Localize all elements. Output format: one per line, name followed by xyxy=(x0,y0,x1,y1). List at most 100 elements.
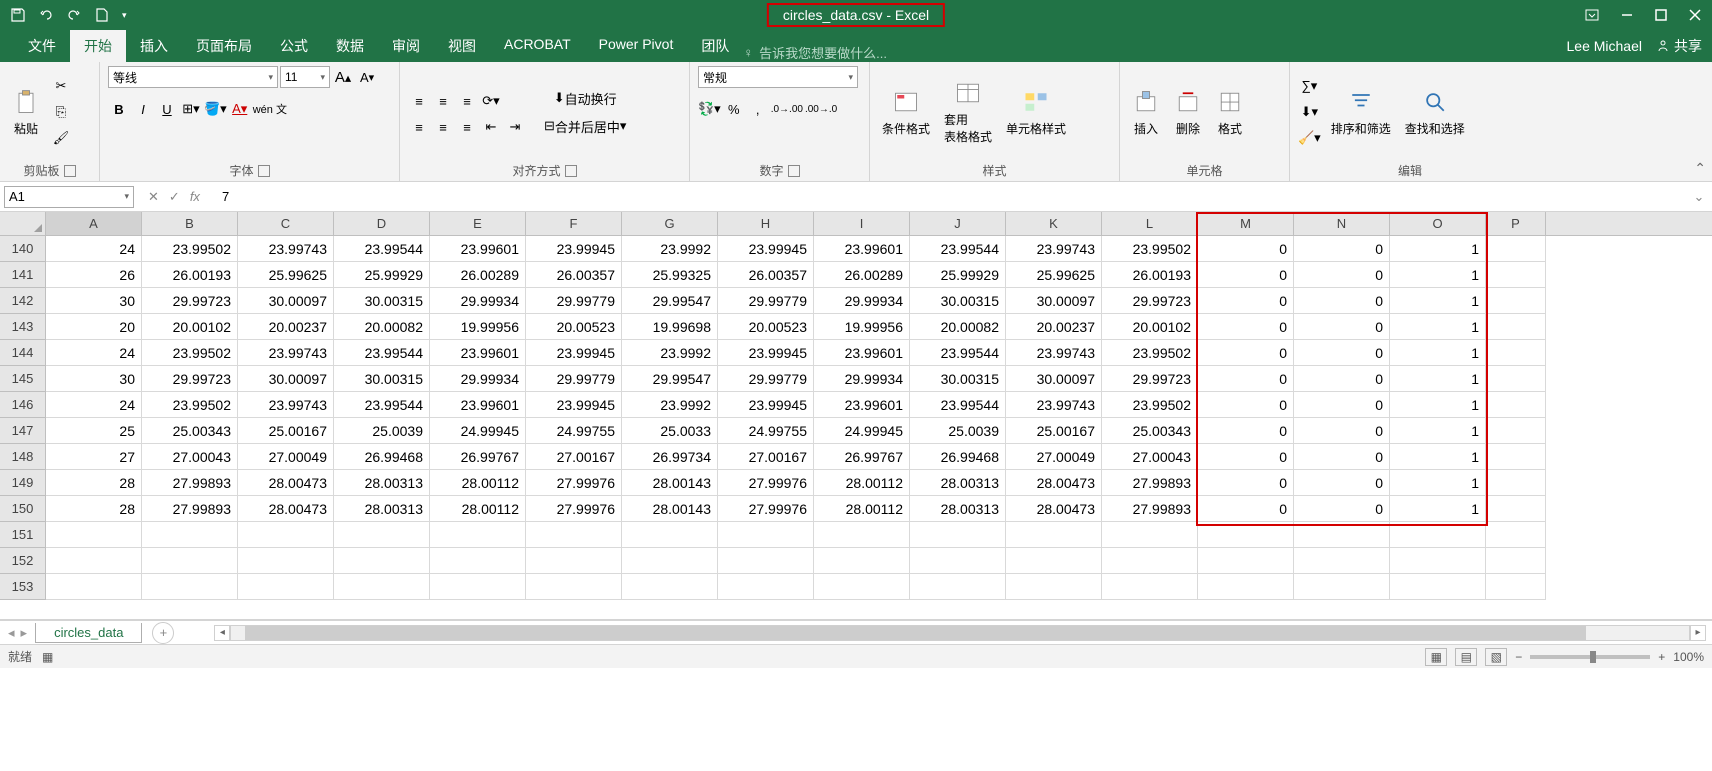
cell[interactable]: 29.99723 xyxy=(142,366,238,392)
cell[interactable] xyxy=(1006,574,1102,600)
cell[interactable]: 27.00049 xyxy=(1006,444,1102,470)
bold-button[interactable]: B xyxy=(108,98,130,120)
cell[interactable] xyxy=(910,548,1006,574)
fill-color-icon[interactable]: 🪣▾ xyxy=(204,98,227,120)
zoom-level[interactable]: 100% xyxy=(1673,650,1704,664)
scroll-left-icon[interactable]: ◂ xyxy=(214,625,230,641)
cell[interactable]: 19.99698 xyxy=(622,314,718,340)
cell[interactable] xyxy=(1486,314,1546,340)
cell[interactable]: 23.99502 xyxy=(142,392,238,418)
cell[interactable]: 24.99945 xyxy=(430,418,526,444)
cell[interactable]: 28.00473 xyxy=(238,496,334,522)
cell[interactable]: 1 xyxy=(1390,496,1486,522)
cell[interactable]: 23.99502 xyxy=(1102,392,1198,418)
cell[interactable]: 20.00102 xyxy=(1102,314,1198,340)
row-header[interactable]: 142 xyxy=(0,288,46,314)
font-size-select[interactable]: 11▾ xyxy=(280,66,330,88)
cell[interactable] xyxy=(526,522,622,548)
cell[interactable] xyxy=(718,522,814,548)
cell[interactable]: 30 xyxy=(46,366,142,392)
increase-decimal-icon[interactable]: .0→.00 xyxy=(771,98,803,120)
row-header[interactable]: 140 xyxy=(0,236,46,262)
cell[interactable] xyxy=(718,574,814,600)
cell[interactable]: 1 xyxy=(1390,444,1486,470)
cell[interactable]: 27.00167 xyxy=(526,444,622,470)
cell[interactable]: 0 xyxy=(1198,496,1294,522)
cell[interactable] xyxy=(1390,548,1486,574)
cell[interactable]: 0 xyxy=(1198,262,1294,288)
sheet-tab[interactable]: circles_data xyxy=(35,623,142,643)
cell[interactable] xyxy=(1006,548,1102,574)
cell[interactable]: 20.00523 xyxy=(526,314,622,340)
column-header[interactable]: O xyxy=(1390,212,1486,235)
cell[interactable]: 30.00315 xyxy=(910,288,1006,314)
column-header[interactable]: L xyxy=(1102,212,1198,235)
cell[interactable] xyxy=(910,574,1006,600)
italic-button[interactable]: I xyxy=(132,98,154,120)
cell[interactable] xyxy=(1198,548,1294,574)
cell[interactable]: 23.99502 xyxy=(142,236,238,262)
cell[interactable]: 29.99547 xyxy=(622,288,718,314)
cell[interactable]: 25.99325 xyxy=(622,262,718,288)
cell[interactable]: 1 xyxy=(1390,288,1486,314)
cell[interactable]: 23.99945 xyxy=(526,392,622,418)
cell[interactable]: 0 xyxy=(1294,392,1390,418)
tab-数据[interactable]: 数据 xyxy=(322,30,378,62)
cell[interactable]: 26.00357 xyxy=(718,262,814,288)
column-header[interactable]: J xyxy=(910,212,1006,235)
cell[interactable]: 24.99945 xyxy=(814,418,910,444)
cell[interactable]: 29.99779 xyxy=(526,366,622,392)
row-header[interactable]: 152 xyxy=(0,548,46,574)
tab-公式[interactable]: 公式 xyxy=(266,30,322,62)
align-middle-icon[interactable]: ≡ xyxy=(432,90,454,112)
column-header[interactable]: M xyxy=(1198,212,1294,235)
font-launcher[interactable] xyxy=(258,165,270,177)
cell[interactable]: 29.99779 xyxy=(526,288,622,314)
font-name-select[interactable]: 等线▾ xyxy=(108,66,278,88)
cell[interactable] xyxy=(1486,340,1546,366)
cell[interactable]: 27.99893 xyxy=(142,470,238,496)
column-header[interactable]: N xyxy=(1294,212,1390,235)
row-header[interactable]: 147 xyxy=(0,418,46,444)
cell[interactable]: 23.99601 xyxy=(814,392,910,418)
row-header[interactable]: 153 xyxy=(0,574,46,600)
page-layout-view-icon[interactable]: ▤ xyxy=(1455,648,1477,666)
cell[interactable] xyxy=(142,574,238,600)
cell[interactable]: 27.99976 xyxy=(526,496,622,522)
cell[interactable]: 28.00313 xyxy=(334,470,430,496)
decrease-indent-icon[interactable]: ⇤ xyxy=(480,116,502,138)
user-name[interactable]: Lee Michael xyxy=(1567,38,1643,54)
cell[interactable]: 25.99929 xyxy=(910,262,1006,288)
cell[interactable]: 23.99945 xyxy=(718,392,814,418)
cell[interactable]: 23.9992 xyxy=(622,236,718,262)
cell[interactable]: 23.99544 xyxy=(334,340,430,366)
cell[interactable]: 25.0039 xyxy=(910,418,1006,444)
cell[interactable]: 25 xyxy=(46,418,142,444)
cell[interactable]: 1 xyxy=(1390,392,1486,418)
cell[interactable] xyxy=(238,548,334,574)
increase-indent-icon[interactable]: ⇥ xyxy=(504,116,526,138)
cell[interactable]: 20.00237 xyxy=(238,314,334,340)
cell[interactable]: 27.00043 xyxy=(142,444,238,470)
cell[interactable]: 29.99779 xyxy=(718,288,814,314)
fill-icon[interactable]: ⬇▾ xyxy=(1298,101,1321,123)
cell[interactable] xyxy=(46,574,142,600)
cell[interactable]: 28.00112 xyxy=(814,470,910,496)
qat-dropdown-icon[interactable]: ▾ xyxy=(122,10,127,21)
cell[interactable]: 25.00167 xyxy=(1006,418,1102,444)
cell[interactable]: 28.00112 xyxy=(430,496,526,522)
minimize-icon[interactable] xyxy=(1620,8,1634,22)
cell[interactable] xyxy=(718,548,814,574)
cell[interactable]: 23.99601 xyxy=(430,392,526,418)
column-header[interactable]: P xyxy=(1486,212,1546,235)
cell[interactable]: 24 xyxy=(46,392,142,418)
cell[interactable]: 23.99601 xyxy=(814,236,910,262)
align-left-icon[interactable]: ≡ xyxy=(408,116,430,138)
cell[interactable]: 30 xyxy=(46,288,142,314)
cell[interactable]: 0 xyxy=(1198,366,1294,392)
cell[interactable] xyxy=(46,522,142,548)
undo-icon[interactable] xyxy=(38,7,54,23)
cell[interactable]: 27.00049 xyxy=(238,444,334,470)
delete-cells-button[interactable]: 删除 xyxy=(1170,86,1206,139)
cell[interactable] xyxy=(1294,574,1390,600)
